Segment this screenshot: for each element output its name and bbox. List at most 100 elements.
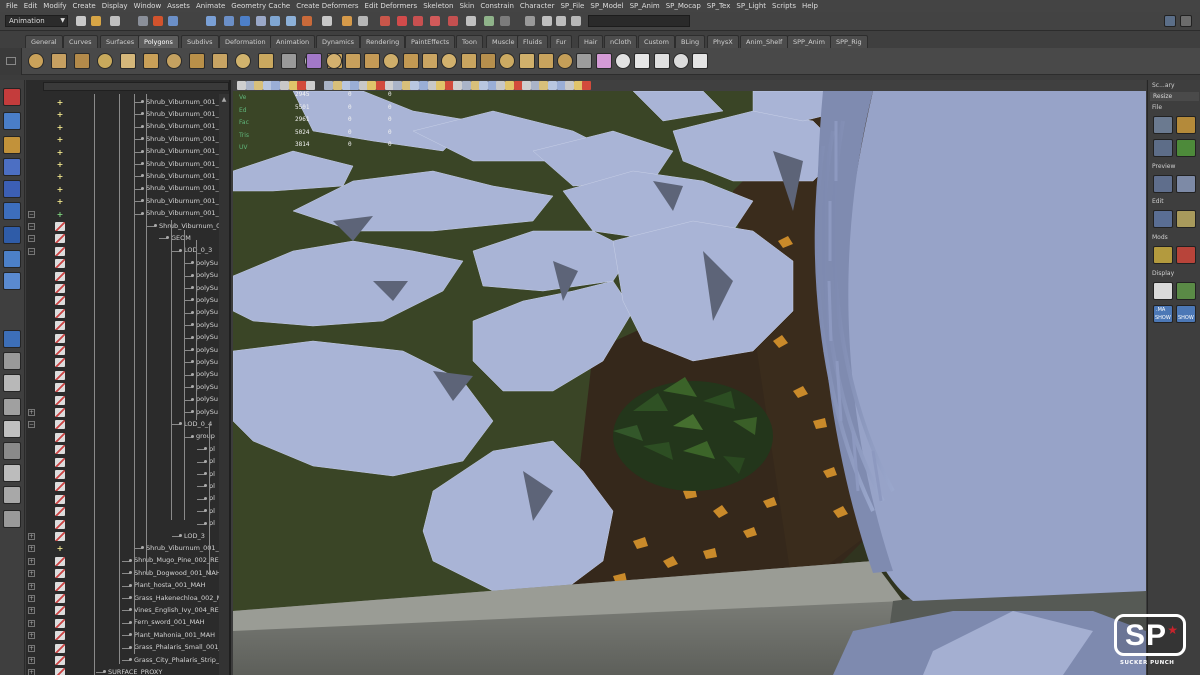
status-tool-icon[interactable] <box>224 16 234 26</box>
shelf-polygon-tool-icon[interactable] <box>672 53 689 69</box>
tool-box-icon[interactable] <box>3 398 21 416</box>
outliner-item[interactable]: + LOD_3 <box>26 530 229 543</box>
expand-toggle-icon[interactable]: + <box>28 533 35 540</box>
viewport-toolbar-icon[interactable] <box>565 81 575 90</box>
viewport-toolbar-icon[interactable] <box>297 81 307 90</box>
menu-item-skeleton[interactable]: Skeleton <box>420 2 456 10</box>
edit-cube-icon[interactable] <box>1153 210 1173 228</box>
outliner-item[interactable]: polySu <box>26 270 229 283</box>
shelf-polygon-tool-icon[interactable] <box>537 53 554 69</box>
outliner-item[interactable]: pl <box>26 443 229 456</box>
expand-toggle-icon[interactable]: + <box>28 632 35 640</box>
status-tool-icon[interactable] <box>256 16 266 26</box>
display-r-icon[interactable] <box>1153 282 1173 300</box>
outliner-item[interactable]: + Grass_Phalaris_Small_001_ <box>26 642 229 655</box>
shelf-polygon-tool-icon[interactable] <box>557 53 574 69</box>
viewport-toolbar-icon[interactable] <box>280 81 289 90</box>
expand-toggle-icon[interactable]: + <box>28 545 35 553</box>
outliner-item[interactable]: pl <box>26 456 229 469</box>
viewport-toolbar-icon[interactable] <box>505 81 514 90</box>
viewport-toolbar-icon[interactable] <box>350 81 360 90</box>
shelf-polygon-tool-icon[interactable] <box>166 53 182 69</box>
menu-item-sp-file[interactable]: SP_File <box>557 2 587 10</box>
menu-item-sp-light[interactable]: SP_Light <box>733 2 769 10</box>
tool-box-icon[interactable] <box>3 330 21 348</box>
tab-toon[interactable]: Toon <box>456 35 483 48</box>
open-file-icon[interactable] <box>1176 116 1196 134</box>
shelf-polygon-tool-icon[interactable] <box>120 53 136 69</box>
outliner-item[interactable]: + Shrub_Viburnum_001_I <box>26 108 229 121</box>
status-tool-icon[interactable] <box>168 16 178 26</box>
status-tool-icon[interactable] <box>484 16 494 26</box>
viewport-toolbar-icon[interactable] <box>254 81 264 90</box>
outliner-item[interactable]: polySu <box>26 294 229 307</box>
tab-curves[interactable]: Curves <box>63 35 98 48</box>
viewport-toolbar-icon[interactable] <box>393 81 403 90</box>
shelf-polygon-tool-icon[interactable] <box>422 53 438 69</box>
menu-item-modify[interactable]: Modify <box>40 2 69 10</box>
menu-item-sp-anim[interactable]: SP_Anim <box>627 2 663 10</box>
outliner-item[interactable]: group <box>26 431 229 444</box>
outliner-item[interactable]: polySu <box>26 319 229 332</box>
outliner-item[interactable]: + Fern_sword_001_MAH <box>26 617 229 630</box>
expand-toggle-icon[interactable]: + <box>28 669 35 675</box>
outliner-item[interactable]: + Shrub_Dogwood_001_MAH <box>26 567 229 580</box>
outliner-item[interactable]: + Shrub_Viburnum_001_I <box>26 146 229 159</box>
command-input[interactable] <box>588 15 690 27</box>
status-tool-icon[interactable] <box>556 16 566 26</box>
outliner-item[interactable]: − Shrub_Viburnum_0 <box>26 220 229 233</box>
outliner-item[interactable]: polySu <box>26 282 229 295</box>
outliner-item[interactable]: + Shrub_Viburnum_001_I <box>26 96 229 109</box>
shelf-polygon-tool-icon[interactable] <box>576 53 593 69</box>
tool-box-icon[interactable] <box>3 442 21 460</box>
tab-surfaces[interactable]: Surfaces <box>100 35 141 48</box>
outliner-item[interactable]: polySu <box>26 394 229 407</box>
shelf-polygon-tool-icon[interactable] <box>28 53 44 69</box>
tool-settings-toggle-icon[interactable] <box>1180 15 1192 27</box>
outliner-item[interactable]: polySu <box>26 332 229 345</box>
viewport-toolbar-icon[interactable] <box>582 81 592 90</box>
status-tool-icon[interactable] <box>380 16 390 26</box>
tool-box-icon[interactable] <box>3 136 21 154</box>
menu-item-help[interactable]: Help <box>799 2 821 10</box>
expand-toggle-icon[interactable]: + <box>28 582 35 590</box>
tab-anim-shelf[interactable]: Anim_Shelf <box>740 35 789 48</box>
menu-item-display[interactable]: Display <box>99 2 131 10</box>
tab-custom[interactable]: Custom <box>638 35 675 48</box>
expand-toggle-icon[interactable]: + <box>28 644 35 652</box>
outliner-item[interactable]: polySu <box>26 307 229 320</box>
shelf-polygon-tool-icon[interactable] <box>499 53 516 69</box>
shelf-options-icon[interactable] <box>6 57 16 65</box>
preview-multi-icon[interactable] <box>1176 175 1196 193</box>
new-file-icon[interactable] <box>1153 116 1173 134</box>
show-ma-button[interactable]: .MA SHOW <box>1153 305 1173 323</box>
display-arrow-icon[interactable] <box>1176 282 1196 300</box>
mode-selector[interactable]: Animation ▼ <box>5 15 68 27</box>
tool-box-icon[interactable] <box>3 250 21 268</box>
shelf-polygon-tool-icon[interactable] <box>143 53 159 69</box>
tool-box-icon[interactable] <box>3 272 21 290</box>
shelf-polygon-tool-icon[interactable] <box>692 53 709 69</box>
status-tool-icon[interactable] <box>91 16 101 26</box>
viewport-toolbar-icon[interactable] <box>376 81 385 90</box>
status-tool-icon[interactable] <box>397 16 407 26</box>
outliner-item[interactable]: + SURFACE_PROXY <box>26 666 229 675</box>
outliner-item[interactable]: + Shrub_Viburnum_001_I <box>26 158 229 171</box>
shelf-polygon-tool-icon[interactable] <box>402 53 419 69</box>
tab-fur[interactable]: Fur <box>550 35 573 48</box>
status-tool-icon[interactable] <box>322 16 332 26</box>
menu-item-geometry-cache[interactable]: Geometry Cache <box>228 2 293 10</box>
shelf-polygon-tool-icon[interactable] <box>653 53 670 69</box>
tab-fluids[interactable]: Fluids <box>517 35 548 48</box>
outliner-item[interactable]: + Grass_Hakenechloa_002_M <box>26 592 229 605</box>
status-tool-icon[interactable] <box>571 16 581 26</box>
tool-box-icon[interactable] <box>3 180 21 198</box>
expand-toggle-icon[interactable]: + <box>28 607 35 615</box>
outliner-item[interactable]: − GEOM <box>26 232 229 245</box>
outliner-item[interactable]: − LOD_0_3 <box>26 245 229 258</box>
outliner-scrollbar[interactable]: ▲ <box>219 94 229 675</box>
viewport-toolbar-icon[interactable] <box>333 81 342 90</box>
expand-toggle-icon[interactable]: + <box>28 657 35 664</box>
shelf-polygon-tool-icon[interactable] <box>325 53 342 69</box>
status-tool-icon[interactable] <box>286 16 296 26</box>
